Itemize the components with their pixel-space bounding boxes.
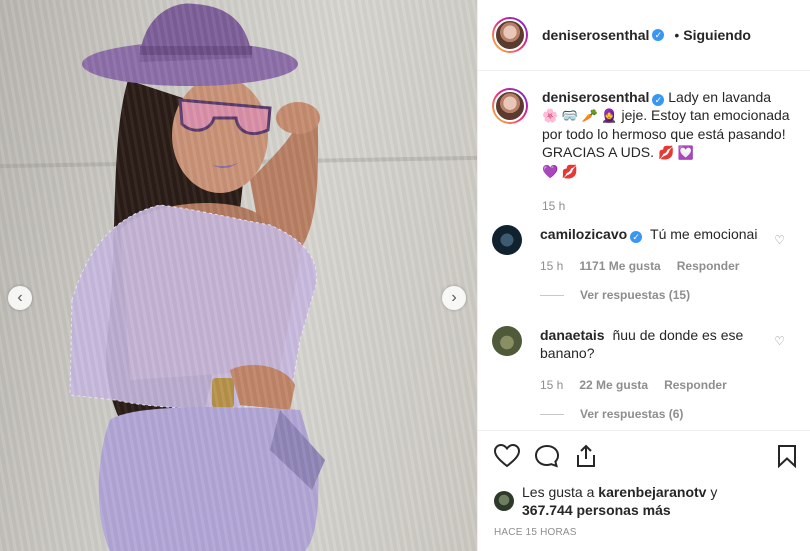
action-bar: Les gusta a karenbejaranotv y 367.744 pe… (478, 430, 810, 538)
caption-text-1: Lady en lavanda (668, 89, 772, 105)
comment-body: danaetais ñuu de donde es ese banano? 15… (540, 326, 760, 423)
comment-time[interactable]: 15 h (540, 376, 563, 394)
heart-icon[interactable] (494, 444, 520, 468)
comment-item: camilozicavo ✓ Tú me emocionai 15 h 1171 … (492, 225, 797, 304)
action-icons (494, 441, 797, 471)
caption-avatar[interactable] (492, 88, 528, 124)
share-icon[interactable] (574, 444, 598, 468)
chevron-right-icon[interactable]: › (442, 286, 466, 310)
likes-count[interactable]: 367.744 personas más (522, 502, 671, 518)
liker-username[interactable]: karenbejaranotv (598, 484, 706, 500)
verified-icon: ✓ (652, 29, 665, 41)
comment-avatar[interactable] (492, 225, 522, 255)
comment-username[interactable]: danaetais (540, 327, 605, 343)
comment-likes[interactable]: 1171 Me gusta (579, 257, 660, 275)
comment-like-icon[interactable]: ♡ (774, 334, 785, 348)
view-replies-label[interactable]: Ver respuestas (15) (580, 286, 690, 304)
follow-status[interactable]: • Siguiendo (670, 27, 751, 43)
comment-item: danaetais ñuu de donde es ese banano? 15… (492, 326, 797, 423)
comment-avatar[interactable] (492, 326, 522, 356)
post-header: deniserosenthal ✓ • Siguiendo (478, 0, 810, 71)
likes-summary: Les gusta a karenbejaranotv y 367.744 pe… (494, 483, 797, 519)
comment-meta: 15 h 1171 Me gusta Responder (540, 257, 757, 275)
likes-conj: y (710, 484, 718, 500)
bookmark-icon[interactable] (777, 444, 797, 468)
caption-emojis-2: 💋 💟 (657, 145, 694, 160)
likes-text: Les gusta a karenbejaranotv y 367.744 pe… (522, 483, 717, 519)
post-sidebar: deniserosenthal ✓ • Siguiendo deniserosen… (477, 0, 810, 551)
liker-avatar[interactable] (494, 491, 514, 511)
view-replies[interactable]: Ver respuestas (6) (540, 405, 760, 423)
comment-time[interactable]: 15 h (540, 257, 563, 275)
comment-username[interactable]: camilozicavo (540, 226, 627, 242)
comment-meta: 15 h 22 Me gusta Responder (540, 376, 760, 394)
caption-time[interactable]: 15 h (542, 197, 565, 215)
reply-button[interactable]: Responder (677, 257, 740, 275)
caption-emojis-1: 🌸 🥽 🥕 🧕 (542, 108, 618, 123)
post-timestamp[interactable]: HACE 15 HORAS (494, 527, 797, 538)
person-illustration (69, 3, 325, 551)
post-modal: ‹ › deniserosenthal ✓ • Siguiendo deniser… (0, 0, 810, 551)
post-photo[interactable]: ‹ › (0, 0, 477, 551)
verified-icon: ✓ (630, 231, 643, 243)
following-label[interactable]: Siguiendo (683, 27, 751, 43)
comments-section: deniserosenthal ✓ Lady en lavanda 🌸 🥽 🥕 🧕… (478, 72, 810, 429)
caption-body: deniserosenthal ✓ Lady en lavanda 🌸 🥽 🥕 🧕… (542, 88, 797, 215)
view-replies-label[interactable]: Ver respuestas (6) (580, 405, 683, 423)
reply-button[interactable]: Responder (664, 376, 727, 394)
caption-username[interactable]: deniserosenthal (542, 89, 649, 105)
comment-icon[interactable] (534, 444, 560, 468)
caption: deniserosenthal ✓ Lady en lavanda 🌸 🥽 🥕 🧕… (492, 88, 797, 215)
comment-likes[interactable]: 22 Me gusta (579, 376, 648, 394)
verified-icon: ✓ (652, 94, 665, 106)
caption-meta: 15 h (542, 197, 797, 215)
comment-body: camilozicavo ✓ Tú me emocionai 15 h 1171 … (540, 225, 757, 304)
comment-like-icon[interactable]: ♡ (774, 233, 785, 247)
caption-emojis-3: 💜 💋 (542, 164, 578, 179)
comment-text: Tú me emocionai (650, 226, 758, 242)
wall-seam (0, 155, 477, 169)
likes-prefix: Les gusta a (522, 484, 595, 500)
author-username[interactable]: deniserosenthal (542, 27, 649, 43)
view-replies[interactable]: Ver respuestas (15) (540, 286, 757, 304)
author-avatar[interactable] (492, 17, 528, 53)
chevron-left-icon[interactable]: ‹ (8, 286, 32, 310)
separator-dot: • (674, 27, 680, 43)
